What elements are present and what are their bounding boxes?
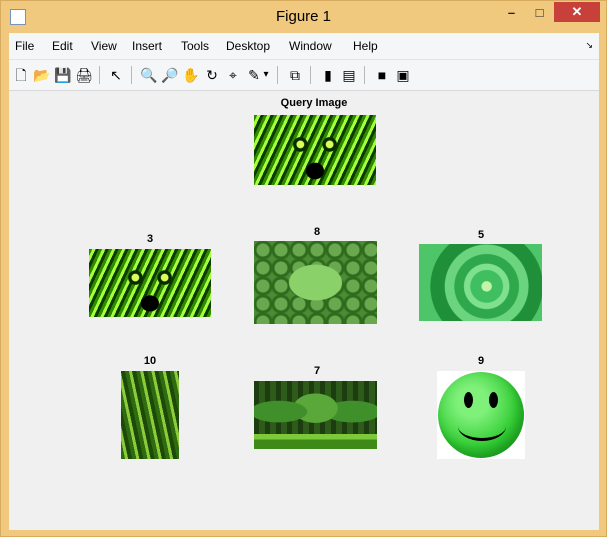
maximize-button[interactable]: □ xyxy=(526,3,553,23)
toolbar-separator xyxy=(131,66,132,84)
query-image-leopard xyxy=(254,115,376,185)
smiley-left-eye xyxy=(464,392,473,408)
close-button[interactable]: ✕ xyxy=(554,2,600,22)
new-figure-icon[interactable]: 🗋 xyxy=(12,66,30,84)
result-image-rose xyxy=(419,244,542,321)
data-cursor-icon[interactable]: ⌖ xyxy=(224,66,242,84)
result-image-peppers xyxy=(121,371,179,459)
result-label-8: 8 xyxy=(313,226,321,238)
zoom-in-icon[interactable]: 🔍 xyxy=(140,66,158,84)
figure-canvas[interactable]: Query Image 3 8 5 10 7 9 xyxy=(9,91,599,530)
legend-icon[interactable]: ▤ xyxy=(340,66,358,84)
print-icon[interactable]: 🖨 xyxy=(75,66,93,84)
result-label-5: 5 xyxy=(477,229,485,241)
menu-desktop[interactable]: Desktop xyxy=(226,39,270,53)
hide-plot-tools-icon[interactable]: ■ xyxy=(373,66,391,84)
menu-file[interactable]: File xyxy=(15,39,34,53)
window-client-area: File Edit View Insert Tools Desktop Wind… xyxy=(9,33,599,530)
result-label-10: 10 xyxy=(143,355,157,367)
figure-toolbar: 🗋 📂 💾 🖨 ↖ 🔍 🔎 ✋ ↻ ⌖ ✎ ▾ ⧉ ▮ ▤ ■ ▣ xyxy=(9,60,599,91)
result-label-9: 9 xyxy=(477,355,485,367)
result-label-7: 7 xyxy=(313,365,321,377)
link-plot-icon[interactable]: ⧉ xyxy=(286,66,304,84)
result-image-forest xyxy=(254,381,377,449)
toolbar-separator xyxy=(310,66,311,84)
figure-window: Figure 1 – □ ✕ File Edit View Insert Too… xyxy=(0,0,607,537)
toolbar-separator xyxy=(99,66,100,84)
toolbar-separator xyxy=(364,66,365,84)
menu-help[interactable]: Help xyxy=(353,39,378,53)
menu-view[interactable]: View xyxy=(91,39,117,53)
pan-hand-icon[interactable]: ✋ xyxy=(182,66,200,84)
colorbar-icon[interactable]: ▮ xyxy=(319,66,337,84)
minimize-button[interactable]: – xyxy=(498,3,525,23)
smiley-face-icon xyxy=(438,372,524,458)
zoom-out-icon[interactable]: 🔎 xyxy=(161,66,179,84)
result-image-smiley xyxy=(437,371,525,459)
open-file-icon[interactable]: 📂 xyxy=(33,66,51,84)
menu-edit[interactable]: Edit xyxy=(52,39,73,53)
menu-window[interactable]: Window xyxy=(289,39,332,53)
save-icon[interactable]: 💾 xyxy=(54,66,72,84)
title-bar[interactable]: Figure 1 – □ ✕ xyxy=(1,1,606,33)
result-image-peas xyxy=(254,241,377,324)
rotate-3d-icon[interactable]: ↻ xyxy=(203,66,221,84)
toolbar-separator xyxy=(277,66,278,84)
menu-overflow-icon[interactable]: ↘ xyxy=(585,40,593,51)
show-plot-tools-icon[interactable]: ▣ xyxy=(394,66,412,84)
menu-tools[interactable]: Tools xyxy=(181,39,209,53)
smiley-right-eye xyxy=(489,392,498,408)
query-image-title: Query Image xyxy=(280,97,348,109)
menu-insert[interactable]: Insert xyxy=(132,39,162,53)
brush-dropdown-icon[interactable]: ▾ xyxy=(261,66,271,84)
smiley-mouth xyxy=(458,412,506,441)
edit-plot-arrow-icon[interactable]: ↖ xyxy=(107,66,125,84)
menu-bar: File Edit View Insert Tools Desktop Wind… xyxy=(9,33,599,60)
result-image-leopard xyxy=(89,249,211,317)
result-label-3: 3 xyxy=(146,233,154,245)
